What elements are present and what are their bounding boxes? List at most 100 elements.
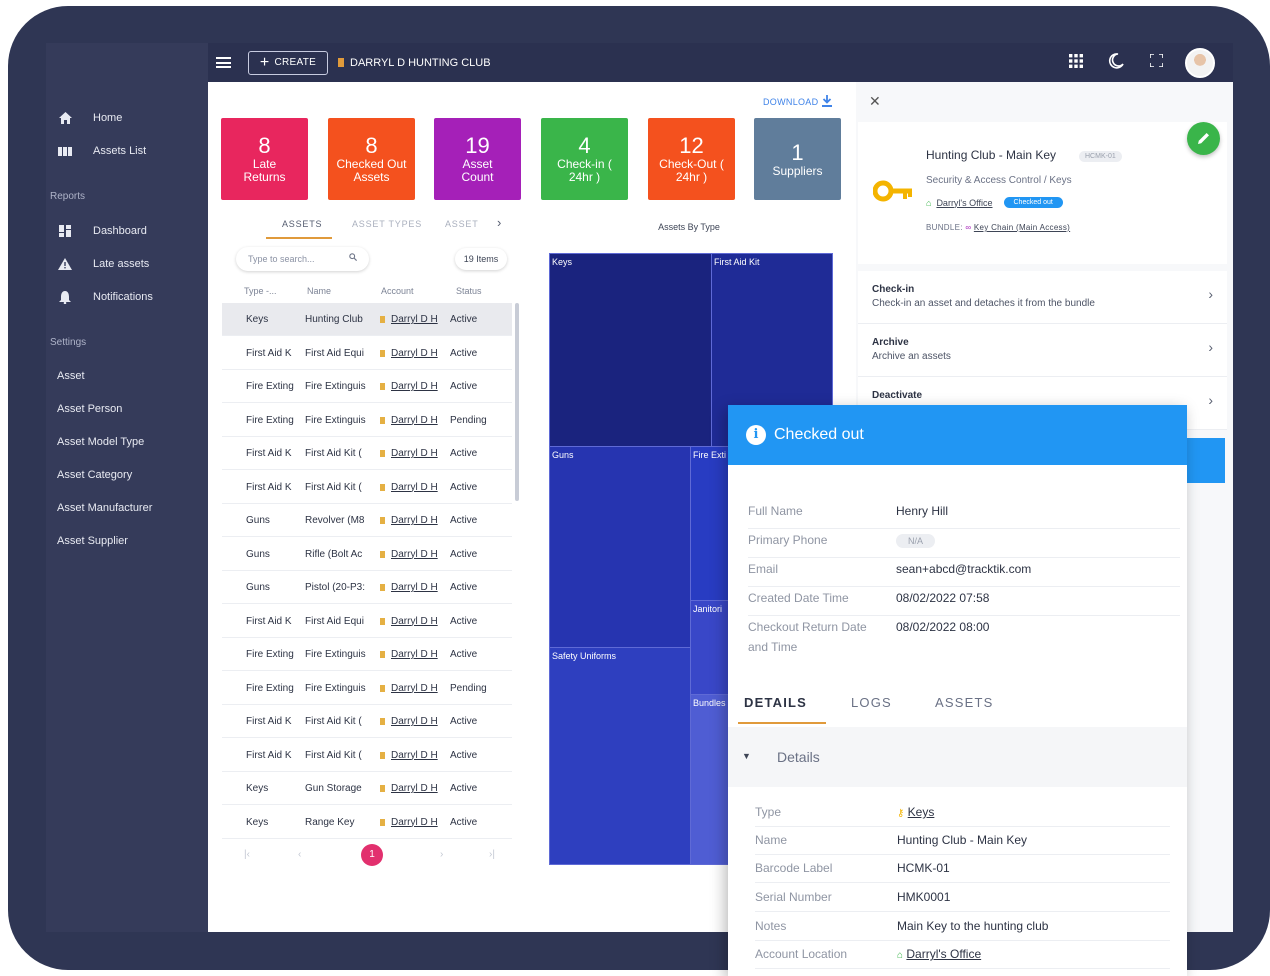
bundle-link[interactable]: Key Chain (Main Access) [974, 223, 1070, 232]
table-row[interactable]: Keys Gun Storage Darryl D H Active [222, 772, 512, 805]
tab-logs[interactable]: LOGS [851, 695, 892, 710]
download-button[interactable]: DOWNLOAD [763, 95, 833, 109]
account-link[interactable]: Darryl D H [391, 515, 438, 526]
sidebar-item-asset-model-type[interactable]: Asset Model Type [46, 429, 208, 455]
account-link[interactable]: Darryl D H [391, 716, 438, 727]
tab-assets-popup[interactable]: ASSETS [935, 695, 994, 710]
cell-account[interactable]: Darryl D H [380, 348, 442, 359]
cell-account[interactable]: Darryl D H [380, 716, 442, 727]
table-row[interactable]: Guns Rifle (Bolt Ac Darryl D H Active [222, 538, 512, 571]
account-link[interactable]: Darryl D H [391, 381, 438, 392]
search-input[interactable]: Type to search... [236, 247, 369, 271]
stat-card-checked-out[interactable]: 8 Checked Out Assets [328, 118, 415, 200]
edit-button[interactable] [1187, 122, 1220, 155]
cell-account[interactable]: Darryl D H [380, 817, 442, 828]
current-page-button[interactable]: 1 [361, 844, 383, 866]
sidebar-item-notifications[interactable]: Notifications [46, 284, 208, 310]
highlighted-action-edge[interactable] [1187, 438, 1225, 483]
table-row[interactable]: First Aid K First Aid Kit (Darryl D H Acti… [222, 437, 512, 470]
sidebar-item-asset-person[interactable]: Asset Person [46, 396, 208, 422]
table-row[interactable]: Fire Exting Fire Extinguis Darryl D H Pendi… [222, 672, 512, 705]
stat-card-check-out[interactable]: 12 Check-Out ( 24hr ) [648, 118, 735, 200]
dark-mode-icon[interactable] [1105, 52, 1127, 73]
tab-assets[interactable]: ASSETS [282, 219, 322, 229]
cell-account[interactable]: Darryl D H [380, 683, 442, 694]
fullscreen-icon[interactable] [1145, 53, 1167, 71]
table-row[interactable]: First Aid K First Aid Equi Darryl D H Activ… [222, 337, 512, 370]
next-page-button[interactable]: › [440, 849, 443, 860]
table-row[interactable]: Keys Range Key Darryl D H Active [222, 806, 512, 839]
account-link[interactable]: Darryl D H [391, 482, 438, 493]
account-link[interactable]: Darryl D H [391, 817, 438, 828]
sidebar-item-home[interactable]: Home [46, 105, 208, 131]
account-link[interactable]: Darryl D H [391, 549, 438, 560]
cell-account[interactable]: Darryl D H [380, 482, 442, 493]
cell-account[interactable]: Darryl D H [380, 750, 442, 761]
cell-account[interactable]: Darryl D H [380, 549, 442, 560]
cell-account[interactable]: Darryl D H [380, 448, 442, 459]
action-archive[interactable]: Archive Archive an assets › [858, 324, 1227, 377]
chevron-right-icon[interactable]: › [497, 215, 502, 230]
account-link[interactable]: Darryl D H [391, 314, 438, 325]
account-link[interactable]: Darryl D H [391, 616, 438, 627]
table-row[interactable]: First Aid K First Aid Kit (Darryl D H Acti… [222, 471, 512, 504]
type-link[interactable]: Keys [908, 805, 935, 819]
club-selector[interactable]: DARRYL D HUNTING CLUB [338, 57, 491, 69]
treemap-cell-safety-uniforms[interactable]: Safety Uniforms [549, 647, 691, 865]
account-link[interactable]: Darryl D H [391, 783, 438, 794]
stat-card-suppliers[interactable]: 1 Suppliers [754, 118, 841, 200]
cell-account[interactable]: Darryl D H [380, 649, 442, 660]
treemap-cell-guns[interactable]: Guns [549, 446, 691, 648]
details-section-toggle[interactable]: ▼ Details [728, 727, 1187, 787]
account-link[interactable]: Darryl D H [391, 348, 438, 359]
sidebar-item-asset-manufacturer[interactable]: Asset Manufacturer [46, 495, 208, 521]
cell-account[interactable]: Darryl D H [380, 616, 442, 627]
table-row[interactable]: Fire Exting Fire Extinguis Darryl D H Activ… [222, 370, 512, 403]
table-row[interactable]: First Aid K First Aid Kit (Darryl D H Acti… [222, 739, 512, 772]
apps-grid-icon[interactable] [1065, 53, 1087, 72]
location-link[interactable]: Darryl's Office [936, 198, 992, 208]
menu-icon[interactable] [216, 57, 231, 68]
sidebar-item-asset-supplier[interactable]: Asset Supplier [46, 528, 208, 554]
cell-account[interactable]: Darryl D H [380, 515, 442, 526]
last-page-button[interactable]: ›| [489, 849, 495, 860]
close-icon[interactable]: ✕ [869, 93, 881, 110]
stat-card-check-in[interactable]: 4 Check-in ( 24hr ) [541, 118, 628, 200]
create-button[interactable]: + CREATE [248, 50, 328, 75]
stat-card-asset-count[interactable]: 19 Asset Count [434, 118, 521, 200]
cell-account[interactable]: Darryl D H [380, 783, 442, 794]
account-link[interactable]: Darryl D H [391, 683, 438, 694]
treemap-cell-keys[interactable]: Keys [549, 253, 712, 447]
account-link[interactable]: Darryl D H [391, 448, 438, 459]
stat-card-late-returns[interactable]: 8 Late Returns [221, 118, 308, 200]
column-header-type[interactable]: Type -... [244, 286, 277, 296]
column-header-status[interactable]: Status [456, 286, 482, 296]
table-row[interactable]: Fire Exting Fire Extinguis Darryl D H Activ… [222, 638, 512, 671]
tab-asset-types[interactable]: ASSET TYPES [352, 219, 422, 229]
user-avatar[interactable] [1185, 47, 1215, 78]
table-row[interactable]: First Aid K First Aid Kit (Darryl D H Acti… [222, 705, 512, 738]
table-row[interactable]: Guns Revolver (M8 Darryl D H Active [222, 504, 512, 537]
location-link[interactable]: Darryl's Office [906, 947, 981, 961]
table-row[interactable]: Keys Hunting Club Darryl D H Active [222, 303, 512, 336]
cell-account[interactable]: Darryl D H [380, 415, 442, 426]
tab-asset[interactable]: ASSET [445, 219, 479, 229]
table-row[interactable]: Fire Exting Fire Extinguis Darryl D H Pendi… [222, 404, 512, 437]
table-row[interactable]: Guns Pistol (20-P3: Darryl D H Active [222, 571, 512, 604]
cell-account[interactable]: Darryl D H [380, 582, 442, 593]
sidebar-item-assets-list[interactable]: Assets List [46, 138, 208, 164]
column-header-name[interactable]: Name [307, 286, 331, 296]
table-scrollbar[interactable] [515, 303, 519, 501]
prev-page-button[interactable]: ‹ [298, 849, 301, 860]
account-link[interactable]: Darryl D H [391, 415, 438, 426]
sidebar-item-asset[interactable]: Asset [46, 363, 208, 389]
column-header-account[interactable]: Account [381, 286, 414, 296]
sidebar-item-dashboard[interactable]: Dashboard [46, 218, 208, 244]
cell-account[interactable]: Darryl D H [380, 381, 442, 392]
account-link[interactable]: Darryl D H [391, 750, 438, 761]
action-check-in[interactable]: Check-in Check-in an asset and detaches … [858, 271, 1227, 324]
sidebar-item-late-assets[interactable]: Late assets [46, 251, 208, 277]
first-page-button[interactable]: |‹ [244, 849, 250, 860]
cell-account[interactable]: Darryl D H [380, 314, 442, 325]
sidebar-item-asset-category[interactable]: Asset Category [46, 462, 208, 488]
